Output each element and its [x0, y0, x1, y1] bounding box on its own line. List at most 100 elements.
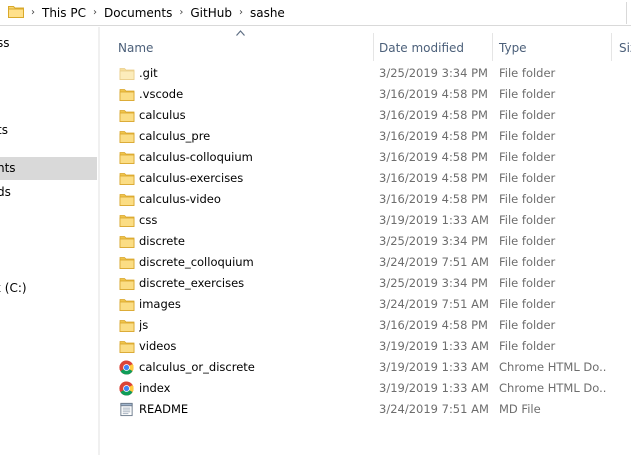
file-row[interactable]: calculus_pre 3/16/2019 4:58 PM File folder	[117, 126, 631, 147]
date-modified: 3/19/2019 1:33 AM	[379, 213, 489, 227]
column-header-name[interactable]: Name	[118, 37, 153, 59]
file-type: File folder	[499, 297, 556, 311]
file-name: discrete_colloquium	[139, 255, 254, 269]
file-type: File folder	[499, 213, 556, 227]
column-divider[interactable]	[492, 33, 493, 61]
date-modified: 3/16/2019 4:58 PM	[379, 171, 488, 185]
folder-icon	[119, 150, 135, 165]
folder-icon	[119, 171, 135, 186]
breadcrumb-item[interactable]: sashe	[250, 6, 285, 20]
folder-icon	[119, 339, 135, 354]
file-row[interactable]: css 3/19/2019 1:33 AM File folder	[117, 210, 631, 231]
breadcrumb: › This PC › Documents › GitHub › sashe	[24, 6, 285, 20]
file-row[interactable]: calculus-video 3/16/2019 4:58 PM File fold…	[117, 189, 631, 210]
file-type: Chrome HTML Do...	[499, 360, 607, 374]
column-header-type[interactable]: Type	[499, 37, 527, 59]
file-name: calculus_or_discrete	[139, 360, 255, 374]
file-name: index	[139, 381, 171, 395]
file-name: js	[139, 318, 149, 332]
folder-icon	[119, 213, 135, 228]
folder-icon	[8, 4, 24, 21]
nav-item-label: ss	[0, 36, 10, 50]
file-name: calculus-colloquium	[139, 150, 253, 164]
file-name: css	[139, 213, 158, 227]
date-modified: 3/25/2019 3:34 PM	[379, 234, 488, 248]
file-type: File folder	[499, 234, 556, 248]
navigation-pane: ss ts nts ds k (C:)	[0, 27, 100, 455]
date-modified: 3/19/2019 1:33 AM	[379, 381, 489, 395]
breadcrumb-chevron-icon[interactable]: ›	[239, 7, 243, 18]
breadcrumb-chevron-icon[interactable]: ›	[179, 7, 183, 18]
file-type: File folder	[499, 276, 556, 290]
document-icon	[119, 402, 135, 417]
sort-ascending-icon	[236, 30, 245, 36]
folder-icon	[119, 192, 135, 207]
nav-item-label: ds	[0, 185, 11, 199]
file-row[interactable]: videos 3/19/2019 1:33 AM File folder	[117, 336, 631, 357]
breadcrumb-chevron-icon[interactable]: ›	[93, 7, 97, 18]
file-name: videos	[139, 339, 177, 353]
file-type: File folder	[499, 129, 556, 143]
breadcrumb-item[interactable]: GitHub	[190, 6, 232, 20]
file-name: images	[139, 297, 181, 311]
nav-item-label: ts	[0, 123, 8, 137]
date-modified: 3/24/2019 7:51 AM	[379, 297, 489, 311]
date-modified: 3/16/2019 4:58 PM	[379, 108, 488, 122]
date-modified: 3/16/2019 4:58 PM	[379, 192, 488, 206]
file-row[interactable]: discrete 3/25/2019 3:34 PM File folder	[117, 231, 631, 252]
file-row[interactable]: calculus_or_discrete 3/19/2019 1:33 AM Chr…	[117, 357, 631, 378]
folder-icon	[119, 87, 135, 102]
file-row[interactable]: .vscode 3/16/2019 4:58 PM File folder	[117, 84, 631, 105]
chrome-icon	[119, 381, 135, 396]
nav-item[interactable]: ss	[0, 32, 97, 55]
file-row[interactable]: calculus 3/16/2019 4:58 PM File folder	[117, 105, 631, 126]
file-row[interactable]: calculus-exercises 3/16/2019 4:58 PM File …	[117, 168, 631, 189]
file-row[interactable]: js 3/16/2019 4:58 PM File folder	[117, 315, 631, 336]
date-modified: 3/19/2019 1:33 AM	[379, 339, 489, 353]
file-type: File folder	[499, 255, 556, 269]
file-row[interactable]: README 3/24/2019 7:51 AM MD File	[117, 399, 631, 420]
address-bar-divider	[626, 2, 631, 24]
breadcrumb-item[interactable]: Documents	[104, 6, 172, 20]
file-name: discrete_exercises	[139, 276, 245, 290]
file-name: .git	[139, 66, 158, 80]
folder-icon	[119, 66, 135, 81]
folder-icon	[119, 108, 135, 123]
file-name: .vscode	[139, 87, 184, 101]
column-divider[interactable]	[373, 33, 374, 61]
file-row[interactable]: calculus-colloquium 3/16/2019 4:58 PM File…	[117, 147, 631, 168]
breadcrumb-item[interactable]: This PC	[42, 6, 86, 20]
file-type: File folder	[499, 66, 556, 80]
file-type: File folder	[499, 318, 556, 332]
nav-item[interactable]: ds	[0, 181, 97, 204]
file-type: MD File	[499, 402, 541, 416]
file-row[interactable]: index 3/19/2019 1:33 AM Chrome HTML Do...	[117, 378, 631, 399]
file-type: Chrome HTML Do...	[499, 381, 607, 395]
column-header-date-modified[interactable]: Date modified	[379, 37, 464, 59]
nav-item[interactable]: nts	[0, 157, 97, 180]
folder-icon	[119, 276, 135, 291]
file-type: File folder	[499, 192, 556, 206]
column-divider[interactable]	[611, 33, 612, 61]
date-modified: 3/19/2019 1:33 AM	[379, 360, 489, 374]
file-row[interactable]: images 3/24/2019 7:51 AM File folder	[117, 294, 631, 315]
file-name: calculus-exercises	[139, 171, 244, 185]
file-row[interactable]: .git 3/25/2019 3:34 PM File folder	[117, 63, 631, 84]
breadcrumb-chevron-icon[interactable]: ›	[31, 7, 35, 18]
column-header-size[interactable]: Siz	[619, 37, 631, 59]
file-name: discrete	[139, 234, 185, 248]
folder-icon	[119, 234, 135, 249]
file-name: calculus_pre	[139, 129, 211, 143]
file-row[interactable]: discrete_colloquium 3/24/2019 7:51 AM File…	[117, 252, 631, 273]
date-modified: 3/25/2019 3:34 PM	[379, 276, 488, 290]
file-type: File folder	[499, 339, 556, 353]
nav-item[interactable]: k (C:)	[0, 277, 97, 300]
date-modified: 3/16/2019 4:58 PM	[379, 150, 488, 164]
address-bar[interactable]: › This PC › Documents › GitHub › sashe	[0, 0, 631, 26]
nav-item[interactable]: ts	[0, 119, 97, 142]
file-type: File folder	[499, 150, 556, 164]
file-row[interactable]: discrete_exercises 3/25/2019 3:34 PM File …	[117, 273, 631, 294]
date-modified: 3/16/2019 4:58 PM	[379, 129, 488, 143]
file-type: File folder	[499, 87, 556, 101]
folder-icon	[119, 297, 135, 312]
